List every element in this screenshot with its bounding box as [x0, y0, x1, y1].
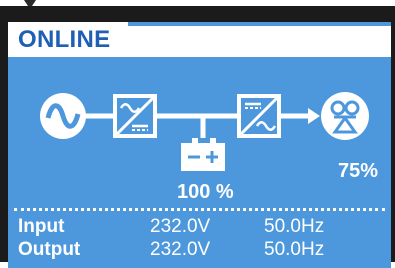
load-level: 75%: [338, 160, 379, 182]
load-icon: [321, 92, 369, 140]
dc-ac-inverter-icon: [237, 94, 281, 138]
input-voltage: 232.0V: [150, 216, 211, 237]
battery-icon: [181, 138, 225, 171]
input-frequency: 50.0Hz: [264, 216, 325, 237]
output-readout-row: Output 232.0V 50.0Hz: [8, 238, 391, 262]
lcd-screen: ONLINE 100 % 75% Input 232.0V 50.0Hz Out…: [8, 22, 391, 268]
output-voltage: 232.0V: [150, 239, 211, 260]
divider: [14, 208, 385, 211]
input-label: Input: [18, 216, 65, 237]
ac-dc-converter-icon: [113, 94, 157, 138]
sine-wave-icon: [40, 93, 86, 139]
output-frequency: 50.0Hz: [264, 239, 325, 260]
flow-arrowhead: [308, 108, 320, 124]
battery-level: 100 %: [177, 181, 234, 203]
input-readout-row: Input 232.0V 50.0Hz: [8, 215, 391, 239]
output-label: Output: [18, 239, 81, 260]
display-bezel: ONLINE 100 % 75% Input 232.0V 50.0Hz Out…: [0, 6, 395, 268]
